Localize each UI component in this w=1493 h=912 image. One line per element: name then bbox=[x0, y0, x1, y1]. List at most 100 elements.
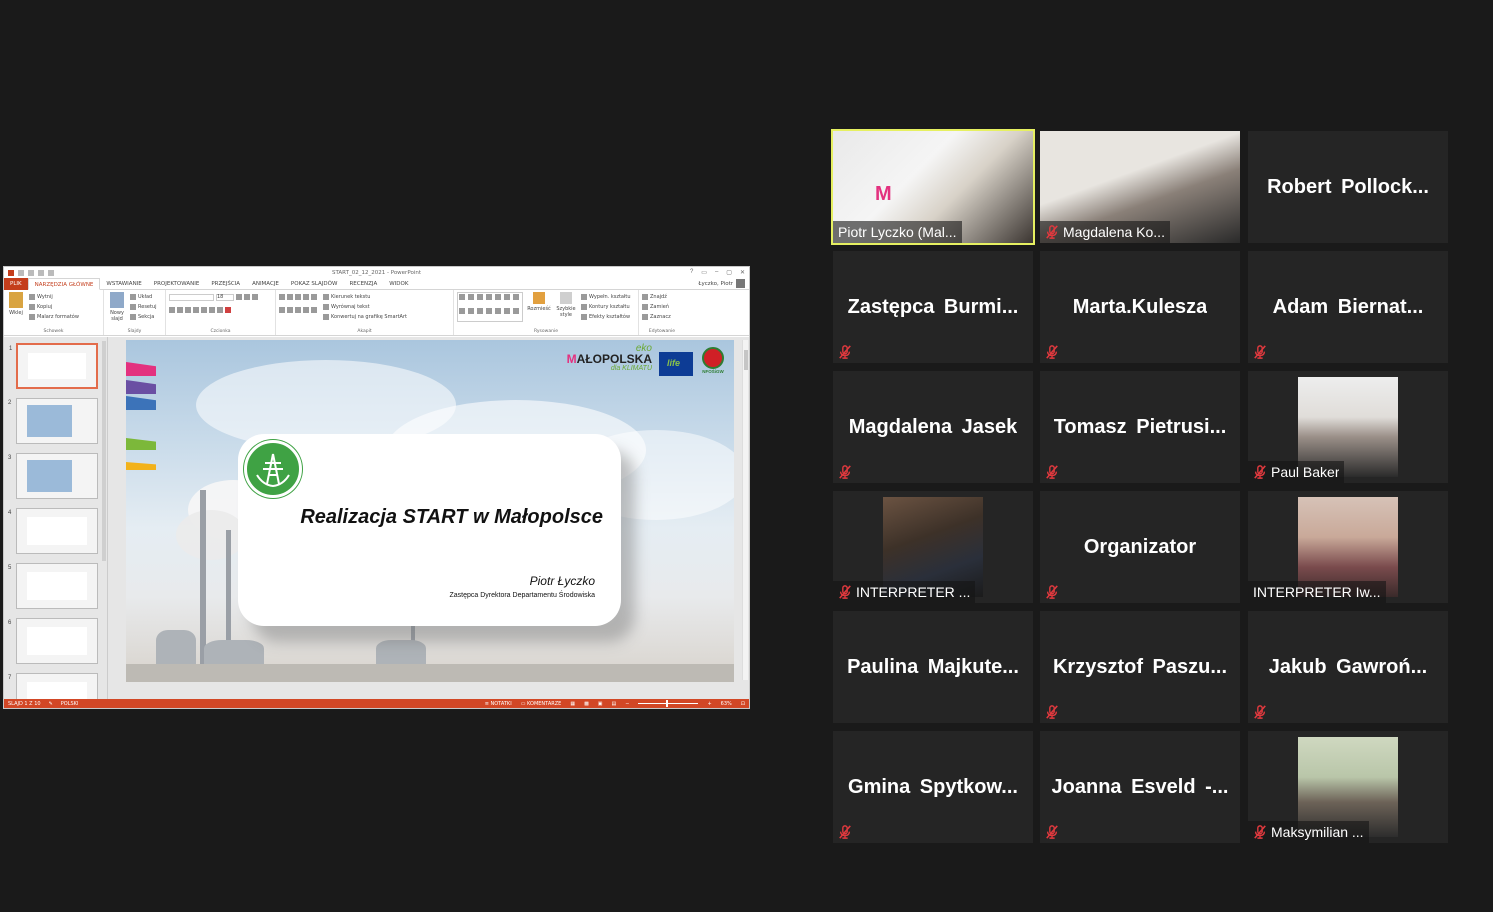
participant-tile[interactable]: Jakub Gawroń... bbox=[1248, 611, 1448, 723]
tab-slideshow[interactable]: POKAZ SLAJDÓW bbox=[285, 278, 344, 290]
participant-tile[interactable]: Tomasz Pietrusi... bbox=[1040, 371, 1240, 483]
reading-view-icon[interactable]: ▣ bbox=[598, 701, 603, 707]
font-name-field[interactable] bbox=[169, 293, 214, 301]
current-slide[interactable]: eko MAŁOPOLSKA dla KLIMATU life NFOŚiGW bbox=[126, 340, 734, 682]
participant-tile[interactable]: Krzysztof Paszu... bbox=[1040, 611, 1240, 723]
tab-animations[interactable]: ANIMACJE bbox=[246, 278, 285, 290]
numbering-icon[interactable] bbox=[287, 294, 293, 300]
participant-tile[interactable]: M Piotr Lyczko (Mal... bbox=[831, 129, 1035, 245]
comments-button[interactable]: ▭ KOMENTARZE bbox=[521, 701, 562, 707]
line-spacing-icon[interactable] bbox=[311, 294, 317, 300]
section-button[interactable]: Sekcja bbox=[130, 312, 157, 322]
slide-thumbnail-pane[interactable]: 1 2 3 4 5 6 7 bbox=[4, 337, 108, 699]
columns-icon[interactable] bbox=[311, 307, 317, 313]
align-left-icon[interactable] bbox=[279, 307, 285, 313]
select-button[interactable]: Zaznacz bbox=[642, 312, 682, 322]
decrease-indent-icon[interactable] bbox=[295, 294, 301, 300]
shrink-font-icon[interactable] bbox=[244, 294, 250, 300]
shadow-icon[interactable] bbox=[193, 307, 199, 313]
layout-button[interactable]: Układ bbox=[130, 292, 157, 302]
slide-thumbnail[interactable]: 3 bbox=[8, 453, 98, 499]
participant-tile[interactable]: Joanna Esveld -... bbox=[1040, 731, 1240, 843]
normal-view-icon[interactable]: ▦ bbox=[570, 701, 575, 707]
participant-tile[interactable]: Magdalena Jasek bbox=[833, 371, 1033, 483]
shape-fill-button[interactable]: Wypełn. kształtu bbox=[581, 292, 631, 302]
grow-font-icon[interactable] bbox=[236, 294, 242, 300]
slide-thumbnail-number: 4 bbox=[8, 510, 12, 516]
participant-tile[interactable]: Adam Biernat... bbox=[1248, 251, 1448, 363]
bullets-icon[interactable] bbox=[279, 294, 285, 300]
tab-review[interactable]: RECENZJA bbox=[343, 278, 383, 290]
font-color-icon[interactable] bbox=[225, 307, 231, 313]
participant-tile[interactable]: INTERPRETER Iw... bbox=[1248, 491, 1448, 603]
slide-thumbnail[interactable]: 4 bbox=[8, 508, 98, 554]
strikethrough-icon[interactable] bbox=[201, 307, 207, 313]
find-button[interactable]: Znajdź bbox=[642, 292, 682, 302]
italic-icon[interactable] bbox=[177, 307, 183, 313]
zoom-in-button[interactable]: + bbox=[707, 701, 711, 707]
shape-effects-button[interactable]: Efekty kształtów bbox=[581, 312, 631, 322]
thumbnail-scrollbar[interactable] bbox=[102, 341, 106, 561]
slide-thumbnail[interactable]: 1 bbox=[9, 343, 98, 389]
align-text-button[interactable]: Wyrównaj tekst bbox=[323, 302, 407, 312]
participant-tile[interactable]: Zastępca Burmi... bbox=[833, 251, 1033, 363]
participant-tile[interactable]: Paulina Majkute... bbox=[833, 611, 1033, 723]
font-size-field[interactable]: 18 bbox=[216, 293, 234, 301]
slide-scrollbar-thumb[interactable] bbox=[744, 350, 748, 370]
participant-tile[interactable]: Maksymilian ... bbox=[1248, 731, 1448, 843]
participant-tile[interactable]: Robert Pollock... bbox=[1248, 131, 1448, 243]
char-spacing-icon[interactable] bbox=[209, 307, 215, 313]
participant-tile[interactable]: Gmina Spytkow... bbox=[833, 731, 1033, 843]
slide-thumbnail[interactable]: 2 bbox=[8, 398, 98, 444]
fit-slide-icon[interactable]: ⊡ bbox=[741, 701, 745, 707]
slide-thumbnail[interactable]: 7 bbox=[8, 673, 98, 699]
proofing-icon[interactable]: ✎ bbox=[49, 701, 53, 707]
text-direction-button[interactable]: Kierunek tekstu bbox=[323, 292, 407, 302]
quick-styles-button[interactable]: Szybkie style bbox=[555, 292, 577, 322]
paste-button[interactable]: Wklej bbox=[7, 292, 25, 322]
participant-tile[interactable]: Magdalena Ko... bbox=[1040, 131, 1240, 243]
replace-button[interactable]: Zamień bbox=[642, 302, 682, 312]
copy-button[interactable]: Kopiuj bbox=[29, 302, 79, 312]
format-painter-button[interactable]: Malarz formatów bbox=[29, 312, 79, 322]
tab-transitions[interactable]: PRZEJŚCIA bbox=[205, 278, 246, 290]
tab-design[interactable]: PROJEKTOWANIE bbox=[148, 278, 206, 290]
reset-button[interactable]: Resetuj bbox=[130, 302, 157, 312]
participant-tile[interactable]: Paul Baker bbox=[1248, 371, 1448, 483]
shape-more-icon bbox=[513, 307, 519, 314]
increase-indent-icon[interactable] bbox=[303, 294, 309, 300]
slide-scrollbar[interactable] bbox=[742, 340, 748, 680]
zoom-level[interactable]: 63% bbox=[721, 701, 732, 707]
language-indicator[interactable]: POLSKI bbox=[61, 701, 79, 707]
participant-tile[interactable]: Marta.Kulesza bbox=[1040, 251, 1240, 363]
ribbon-group-paragraph: Kierunek tekstu Wyrównaj tekst Konwertuj… bbox=[276, 290, 454, 335]
bold-icon[interactable] bbox=[169, 307, 175, 313]
participant-tile[interactable]: INTERPRETER ... bbox=[833, 491, 1033, 603]
sorter-view-icon[interactable]: ▩ bbox=[584, 701, 589, 707]
shape-outline-button[interactable]: Kontury kształtu bbox=[581, 302, 631, 312]
align-center-icon[interactable] bbox=[287, 307, 293, 313]
zoom-slider[interactable] bbox=[638, 700, 699, 707]
slide-thumbnail[interactable]: 6 bbox=[8, 618, 98, 664]
underline-icon[interactable] bbox=[185, 307, 191, 313]
slide-thumbnail[interactable]: 5 bbox=[8, 563, 98, 609]
change-case-icon[interactable] bbox=[217, 307, 223, 313]
cut-button[interactable]: Wytnij bbox=[29, 292, 79, 302]
tab-file[interactable]: PLIK bbox=[4, 277, 28, 290]
clear-format-icon[interactable] bbox=[252, 294, 258, 300]
new-slide-button[interactable]: Nowy slajd bbox=[107, 292, 127, 322]
slide-thumbnail-content bbox=[28, 353, 86, 379]
zoom-out-button[interactable]: − bbox=[625, 701, 629, 707]
notes-button[interactable]: ≡ NOTATKI bbox=[485, 701, 512, 707]
user-account[interactable]: Łyczko, Piotr bbox=[698, 279, 749, 288]
tab-insert[interactable]: WSTAWIANIE bbox=[100, 278, 147, 290]
slideshow-view-icon[interactable]: ▤ bbox=[612, 701, 617, 707]
justify-icon[interactable] bbox=[303, 307, 309, 313]
arrange-button[interactable]: Rozmieść bbox=[527, 292, 551, 322]
align-right-icon[interactable] bbox=[295, 307, 301, 313]
tab-view[interactable]: WIDOK bbox=[383, 278, 414, 290]
shapes-gallery[interactable] bbox=[457, 292, 523, 322]
tab-home[interactable]: NARZĘDZIA GŁÓWNE bbox=[27, 277, 101, 290]
convert-smartart-button[interactable]: Konwertuj na grafikę SmartArt bbox=[323, 312, 407, 322]
participant-tile[interactable]: Organizator bbox=[1040, 491, 1240, 603]
